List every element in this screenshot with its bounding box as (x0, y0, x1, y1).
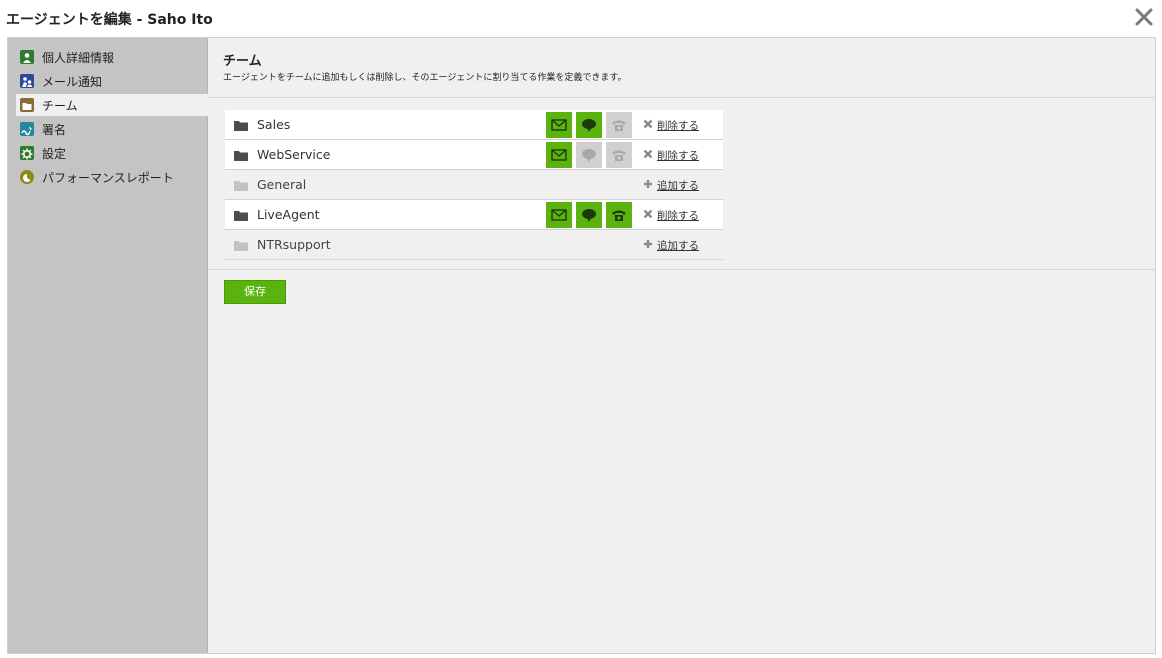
add-label: 追加する (657, 240, 699, 252)
remove-label: 削除する (657, 150, 699, 162)
remove-icon (643, 209, 653, 219)
phone-icon (612, 150, 626, 161)
sidebar-item-label: 個人詳細情報 (42, 51, 115, 65)
team-list: Sales 削除する WebService 削除する General 追加する … (225, 110, 723, 260)
section-title: チーム (223, 54, 262, 69)
team-row: LiveAgent 削除する (225, 200, 723, 230)
team-row: Sales 削除する (225, 110, 723, 140)
team-name: NTRsupport (257, 237, 331, 252)
sidebar-item-label: 設定 (42, 147, 67, 161)
team-row: NTRsupport 追加する (225, 230, 723, 260)
email-icon (551, 119, 567, 131)
team-name: WebService (257, 147, 331, 162)
team-name: Sales (257, 117, 291, 132)
call-channel-toggle[interactable] (606, 202, 632, 228)
sidebar-item-signature[interactable]: 署名 (16, 118, 208, 140)
chat-bubble-icon (582, 209, 596, 222)
mail-notify-icon (20, 74, 34, 88)
signature-icon (20, 122, 34, 136)
sidebar-item-performance-report[interactable]: パフォーマンスレポート (16, 166, 208, 188)
chat-channel-toggle[interactable] (576, 142, 602, 168)
person-icon (20, 50, 34, 64)
remove-icon (643, 149, 653, 159)
remove-icon (643, 119, 653, 129)
folder-icon (234, 241, 248, 251)
team-name: General (257, 177, 307, 192)
email-icon (551, 209, 567, 221)
sidebar-item-label: 署名 (42, 123, 67, 137)
section-description: エージェントをチームに追加もしくは削除し、そのエージェントに割り当てる作業を定義… (223, 73, 627, 83)
edit-agent-dialog: 個人詳細情報 メール通知 チーム 署名 設定 パフォーマンスレポート チーム エ… (7, 37, 1156, 654)
folder-icon (234, 211, 248, 221)
sidebar: 個人詳細情報 メール通知 チーム 署名 設定 パフォーマンスレポート (8, 38, 208, 653)
email-icon (551, 149, 567, 161)
remove-label: 削除する (657, 120, 699, 132)
sidebar-item-label: チーム (42, 99, 78, 113)
folder-icon (234, 121, 248, 131)
save-button[interactable]: 保存 (224, 280, 286, 304)
add-icon (644, 180, 652, 188)
gear-icon (20, 146, 34, 160)
phone-icon (612, 210, 626, 221)
dialog-title: エージェントを編集 - Saho Ito (6, 12, 213, 28)
chat-channel-toggle[interactable] (576, 112, 602, 138)
remove-label: 削除する (657, 210, 699, 222)
phone-icon (612, 120, 626, 131)
team-row: General 追加する (225, 170, 723, 200)
add-label: 追加する (657, 180, 699, 192)
chat-bubble-icon (582, 149, 596, 162)
email-channel-toggle[interactable] (546, 202, 572, 228)
email-channel-toggle[interactable] (546, 112, 572, 138)
sidebar-item-label: メール通知 (42, 75, 103, 89)
sidebar-item-settings[interactable]: 設定 (16, 142, 208, 164)
team-row: WebService 削除する (225, 140, 723, 170)
divider (209, 269, 1155, 270)
dialog-titlebar: エージェントを編集 - Saho Ito (0, 0, 1162, 36)
sidebar-item-label: パフォーマンスレポート (42, 171, 174, 185)
sidebar-item-teams[interactable]: チーム (16, 94, 208, 116)
email-channel-toggle[interactable] (546, 142, 572, 168)
team-name: LiveAgent (257, 207, 320, 222)
sidebar-item-mail-notifications[interactable]: メール通知 (16, 70, 208, 92)
sidebar-item-personal-details[interactable]: 個人詳細情報 (16, 46, 208, 68)
divider (209, 97, 1155, 98)
chat-bubble-icon (582, 119, 596, 132)
add-icon (644, 240, 652, 248)
team-folder-icon (20, 98, 34, 112)
close-icon[interactable] (1132, 5, 1156, 29)
folder-icon (234, 181, 248, 191)
folder-icon (234, 151, 248, 161)
call-channel-toggle[interactable] (606, 142, 632, 168)
call-channel-toggle[interactable] (606, 112, 632, 138)
chat-channel-toggle[interactable] (576, 202, 602, 228)
chart-icon (20, 170, 34, 184)
main-panel: チーム エージェントをチームに追加もしくは削除し、そのエージェントに割り当てる作… (209, 38, 1155, 653)
